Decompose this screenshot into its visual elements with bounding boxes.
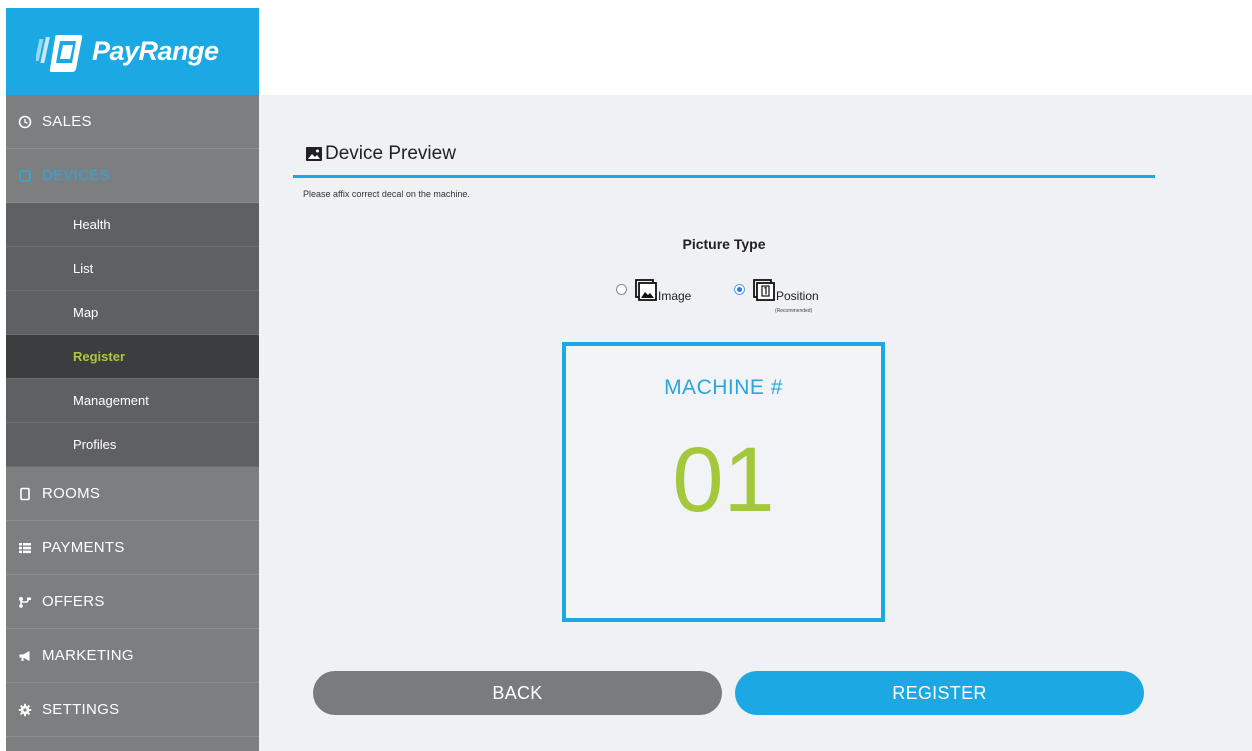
position-option-label: Position [776,289,819,303]
position-radio[interactable] [734,284,745,295]
brand-logo[interactable]: PayRange [6,8,259,95]
decal-hint-text: Please affix correct decal on the machin… [303,189,470,199]
sidebar-item-devices[interactable]: DEVICES [6,149,259,203]
offers-icon [19,596,31,608]
sidebar-item-rooms[interactable]: ROOMS [6,467,259,521]
picture-icon [306,147,322,161]
sidebar-item-label: OFFERS [42,593,105,610]
register-button[interactable]: REGISTER [735,671,1144,715]
picture-type-label: Picture Type [682,236,766,252]
sidebar-item-payments[interactable]: PAYMENTS [6,521,259,575]
section-title-text: Device Preview [325,143,456,164]
submenu-item-management[interactable]: Management [6,379,259,423]
sidebar-item-label: SETTINGS [42,701,120,718]
gear-icon [18,703,32,716]
submenu-item-profiles[interactable]: Profiles [6,423,259,467]
sidebar-item-label: DEVICES [42,167,110,184]
top-header [259,8,1252,96]
image-icon [635,279,657,301]
picture-type-position-option[interactable]: Position [734,279,819,303]
image-radio[interactable] [616,284,627,295]
submenu-item-map[interactable]: Map [6,291,259,335]
submenu-item-health[interactable]: Health [6,203,259,247]
decal-preview: MACHINE # 01 [562,342,885,622]
main-content: Device Preview Please affix correct deca… [259,95,1252,751]
brand-name: PayRange [92,36,219,66]
sidebar: PayRange SALES DEVICES Health List Map R… [6,8,259,751]
sidebar-item-settings[interactable]: SETTINGS [6,683,259,737]
recommended-note: (Recommended) [775,308,813,314]
title-divider [293,175,1155,178]
submenu-item-list[interactable]: List [6,247,259,291]
machine-label: MACHINE # [664,376,783,399]
megaphone-icon [19,650,30,661]
sidebar-item-label: PAYMENTS [42,539,125,556]
sidebar-item-offers[interactable]: OFFERS [6,575,259,629]
clock-icon [18,115,32,128]
submenu-item-register[interactable]: Register [6,335,259,379]
back-button[interactable]: BACK [313,671,722,715]
section-title: Device Preview [306,143,456,165]
machine-number: 01 [672,429,775,531]
payrange-logo-icon [36,34,83,72]
sidebar-item-label: SALES [42,113,92,130]
image-option-label: Image [658,289,692,303]
sidebar-item-sales[interactable]: SALES [6,95,259,149]
sidebar-item-label: ROOMS [42,485,101,502]
tablet-icon [20,487,30,500]
picture-type-image-option[interactable]: Image [616,279,692,303]
sidebar-item-label: MARKETING [42,647,134,664]
position-icon [753,279,775,301]
sidebar-item-marketing[interactable]: MARKETING [6,629,259,683]
device-icon [19,169,31,182]
list-icon [19,542,31,553]
